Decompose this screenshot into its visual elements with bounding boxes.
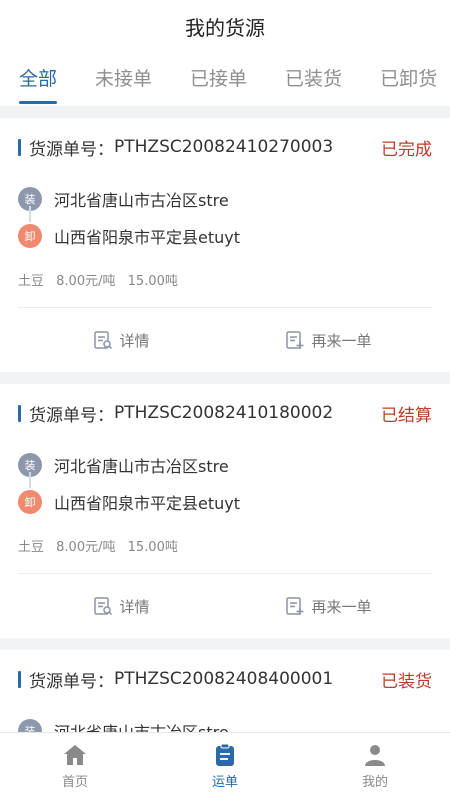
order-card-header: 货源单号： PTHZSC20082410180002 已结算 [18,384,432,442]
order-number-value: PTHZSC20082410180002 [114,403,334,423]
goods-price: 8.00元/吨 [56,540,116,555]
route-connector [29,206,31,222]
unload-address-row: 卸 山西省阳泉市平定县etuyt [18,217,432,254]
load-address-row: 装 河北省唐山市古冶区stre [18,446,432,483]
order-prefix: 货源单号： [29,405,114,426]
tab-unloaded[interactable]: 已卸货 [361,52,450,106]
nav-waybill[interactable]: 运单 [150,733,300,800]
card-actions: 详情 再来一单 [18,574,432,638]
nav-home[interactable]: 首页 [0,733,150,800]
goods-name: 土豆 [18,274,45,289]
goods-price: 8.00元/吨 [56,274,116,289]
load-address: 河北省唐山市古冶区stre [54,456,229,476]
order-list[interactable]: 货源单号： PTHZSC20082410270003 已完成 装 河北省唐山市古… [0,106,450,732]
load-address: 河北省唐山市古冶区stre [54,722,229,733]
reorder-icon [286,597,304,615]
order-prefix: 货源单号： [29,671,114,692]
order-card: 货源单号： PTHZSC20082410270003 已完成 装 河北省唐山市古… [0,118,450,372]
home-icon [64,745,86,765]
unload-badge-icon: 卸 [18,223,42,248]
route-connector [29,472,31,488]
load-address-row: 装 河北省唐山市古冶区stre [18,180,432,217]
detail-label: 详情 [119,597,150,616]
load-badge-icon: 装 [18,718,42,732]
detail-icon [94,331,113,350]
page-title: 我的货源 [185,15,265,40]
nav-waybill-label: 运单 [211,775,238,790]
status-tabs: 全部 未接单 已接单 已装货 已卸货 [0,52,450,106]
route: 装 河北省唐山市古冶区stre [18,708,432,732]
profile-icon [365,745,385,766]
order-number: 货源单号： PTHZSC20082410270003 [18,135,333,160]
unload-badge-icon: 卸 [18,489,42,514]
tab-accepted[interactable]: 已接单 [171,52,266,106]
unload-address-row: 卸 山西省阳泉市平定县etuyt [18,483,432,520]
unload-address: 山西省阳泉市平定县etuyt [54,227,241,247]
status-badge: 已结算 [381,405,432,426]
order-card-header: 货源单号： PTHZSC20082408400001 已装货 [18,650,432,708]
order-number-value: PTHZSC20082408400001 [114,669,334,689]
nav-profile-label: 我的 [361,775,388,790]
card-actions: 详情 再来一单 [18,308,432,372]
order-card-header: 货源单号： PTHZSC20082410270003 已完成 [18,118,432,176]
goods-info: 土豆 8.00元/吨 15.00吨 [18,260,432,307]
reorder-button[interactable]: 再来一单 [225,308,432,372]
route: 装 河北省唐山市古冶区stre 卸 山西省阳泉市平定县etuyt [18,442,432,526]
tab-loaded[interactable]: 已装货 [266,52,361,106]
status-badge: 已完成 [381,139,432,160]
status-badge: 已装货 [381,671,432,692]
waybill-icon [216,743,234,766]
nav-home-label: 首页 [61,775,88,790]
reorder-label: 再来一单 [311,331,372,350]
load-address-row: 装 河北省唐山市古冶区stre [18,712,432,732]
order-number-value: PTHZSC20082410270003 [114,137,334,157]
detail-button[interactable]: 详情 [18,574,225,638]
accent-bar [18,404,21,422]
nav-profile[interactable]: 我的 [300,733,450,800]
reorder-label: 再来一单 [311,597,372,616]
order-number: 货源单号： PTHZSC20082408400001 [18,667,333,692]
unload-address: 山西省阳泉市平定县etuyt [54,493,241,513]
route: 装 河北省唐山市古冶区stre 卸 山西省阳泉市平定县etuyt [18,176,432,260]
goods-weight: 15.00吨 [127,540,178,555]
tab-unaccepted[interactable]: 未接单 [76,52,171,106]
detail-button[interactable]: 详情 [18,308,225,372]
order-number: 货源单号： PTHZSC20082410180002 [18,401,333,426]
goods-name: 土豆 [18,540,45,555]
accent-bar [18,138,21,156]
detail-icon [94,597,113,616]
goods-weight: 15.00吨 [127,274,178,289]
order-card: 货源单号： PTHZSC20082408400001 已装货 装 河北省唐山市古… [0,650,450,732]
detail-label: 详情 [119,331,150,350]
goods-info: 土豆 8.00元/吨 15.00吨 [18,526,432,573]
order-card: 货源单号： PTHZSC20082410180002 已结算 装 河北省唐山市古… [0,384,450,638]
load-address: 河北省唐山市古冶区stre [54,190,229,210]
top-bar: 我的货源 [0,0,450,52]
reorder-icon [286,331,304,349]
bottom-nav: 首页 运单 我的 [0,732,450,800]
accent-bar [18,670,21,688]
order-prefix: 货源单号： [29,139,114,160]
tab-all[interactable]: 全部 [0,52,76,106]
reorder-button[interactable]: 再来一单 [225,574,432,638]
